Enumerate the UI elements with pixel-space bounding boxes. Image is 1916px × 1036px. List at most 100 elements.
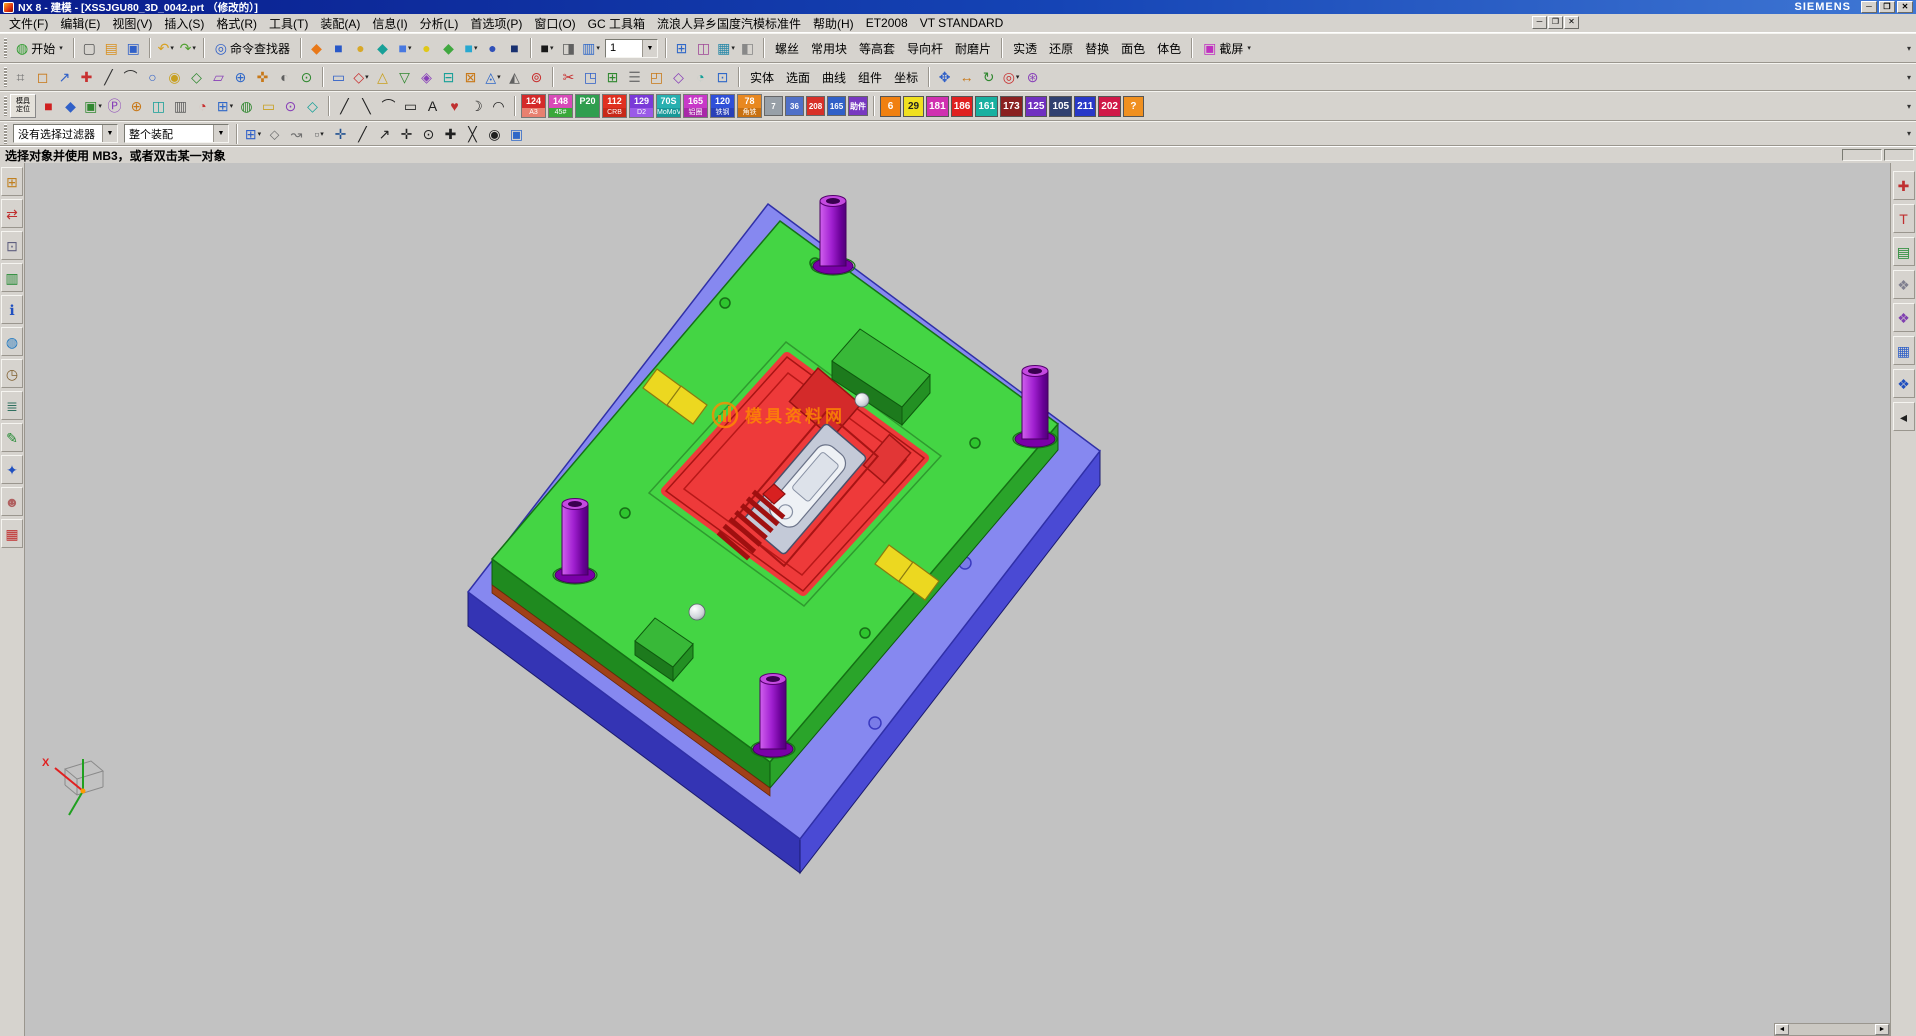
scroll-left-icon[interactable]: ◄ <box>1775 1024 1789 1035</box>
extrude-icon[interactable]: ■ <box>328 37 350 59</box>
draft-icon[interactable]: △ <box>372 66 394 88</box>
library-number-chip[interactable]: 181 <box>926 96 949 117</box>
hd3d-tools-icon[interactable]: ℹ <box>1 295 23 324</box>
gc-toolbox-button[interactable]: 导向杆 <box>901 36 949 61</box>
selection-scope-combo[interactable]: 整个装配 ▼ <box>124 124 229 143</box>
combo-dropdown-icon[interactable]: ▼ <box>642 40 657 57</box>
material-chip-small[interactable]: 7 <box>764 96 783 116</box>
toolbar-drag-handle[interactable] <box>4 96 7 116</box>
display-mode-button[interactable]: 还原 <box>1043 36 1079 61</box>
workplane-icon[interactable]: ▣ <box>506 123 528 145</box>
gc-toolbox-button[interactable]: 常用块 <box>805 36 853 61</box>
snap-quadrant-icon[interactable]: ✚ <box>440 123 462 145</box>
rect-tool-icon[interactable]: ▭ <box>400 95 422 117</box>
split-body-icon[interactable]: ⊠ <box>460 66 482 88</box>
runner-icon[interactable]: ◇ <box>302 95 324 117</box>
analysis-icon[interactable]: ◔ <box>690 66 712 88</box>
circle-icon[interactable]: ○ <box>142 66 164 88</box>
menu-item[interactable]: 文件(F) <box>3 13 54 34</box>
menu-item[interactable]: 信息(I) <box>366 13 413 34</box>
selection-scope-button[interactable]: 坐标 <box>888 65 924 90</box>
material-chip-small[interactable]: 165 <box>827 96 846 116</box>
library-number-chip[interactable]: 29 <box>903 96 924 117</box>
process-studio-icon[interactable]: ≣ <box>1 391 23 420</box>
curve-tool-icon[interactable]: ☽ <box>466 95 488 117</box>
fillet-tool-icon[interactable]: ◠ <box>488 95 510 117</box>
quick-access-icon[interactable]: ✚ <box>1893 171 1915 200</box>
material-chip[interactable]: 112CRB <box>602 94 627 118</box>
menu-item[interactable]: GC 工具箱 <box>582 13 651 34</box>
material-chip[interactable]: 120铁钢 <box>710 94 735 118</box>
mold-locate-button[interactable]: 模具 定位 <box>10 94 36 118</box>
datum-icon[interactable]: ◆ <box>306 37 328 59</box>
minimize-button[interactable]: ─ <box>1861 1 1877 13</box>
menu-item[interactable]: 格式(R) <box>210 13 263 34</box>
selection-scope-button[interactable]: 选面 <box>780 65 816 90</box>
mdi-minimize-button[interactable]: ─ <box>1532 16 1547 29</box>
snap-center-icon[interactable]: ⊙ <box>418 123 440 145</box>
patch-icon[interactable]: ⊞ <box>602 66 624 88</box>
material-chip[interactable]: 14845# <box>548 94 573 118</box>
snap-node-icon[interactable]: ◉ <box>484 123 506 145</box>
snap-grid-icon[interactable]: ▫▾ <box>308 123 330 145</box>
move-face-icon[interactable]: ◰ <box>646 66 668 88</box>
arc-icon[interactable]: ⌒ <box>120 66 142 88</box>
start-button[interactable]: ◍ 开始 ▾ <box>10 37 69 60</box>
material-chip-small[interactable]: 208 <box>806 96 825 116</box>
hole-icon[interactable]: ● <box>416 37 438 59</box>
text-tool-icon[interactable]: A <box>422 95 444 117</box>
menu-item[interactable]: 插入(S) <box>158 13 210 34</box>
command-finder-button[interactable]: ◎ 命令查找器 <box>209 37 296 60</box>
toolbar-drag-handle[interactable] <box>4 124 7 144</box>
steel-ball-bottom[interactable] <box>689 604 705 620</box>
material-chip-small[interactable]: 助件 <box>848 96 868 116</box>
orientation-triad[interactable]: X <box>42 757 103 815</box>
scroll-track[interactable] <box>1789 1024 1875 1035</box>
thread-icon[interactable]: ◈ <box>416 66 438 88</box>
display-mode-button[interactable]: 实透 <box>1007 36 1043 61</box>
arc-tool-icon[interactable]: ⌒ <box>378 95 400 117</box>
selection-scope-button[interactable]: 组件 <box>852 65 888 90</box>
rotate-icon[interactable]: ↻ <box>978 66 1000 88</box>
close-button[interactable]: ✕ <box>1897 1 1913 13</box>
align-icon[interactable]: ◎▾ <box>1000 66 1022 88</box>
gc-toolbox-button[interactable]: 螺丝 <box>769 36 805 61</box>
collapse-arrow-icon[interactable]: ◂ <box>1893 402 1915 431</box>
display-mode-button[interactable]: 体色 <box>1151 36 1187 61</box>
grid-icon[interactable]: ▦▾ <box>715 37 737 59</box>
mold-cavity-icon[interactable]: ■ <box>38 95 60 117</box>
toolbar-overflow-icon[interactable]: ▾ <box>1907 102 1913 111</box>
trim-body-icon[interactable]: ✂ <box>558 66 580 88</box>
offset-curve-icon[interactable]: ✜ <box>252 66 274 88</box>
display-mode-button[interactable]: 替换 <box>1079 36 1115 61</box>
new-file-icon[interactable]: ▢ <box>79 37 101 59</box>
combo-dropdown-icon[interactable]: ▼ <box>213 125 228 142</box>
horizontal-scrollbar[interactable]: ◄ ► <box>1774 1023 1890 1036</box>
line-tool-icon[interactable]: ╱ <box>334 95 356 117</box>
menu-item[interactable]: 视图(V) <box>106 13 158 34</box>
menu-item[interactable]: 装配(A) <box>314 13 366 34</box>
menu-item[interactable]: 分析(L) <box>414 13 465 34</box>
library-number-chip[interactable]: 161 <box>975 96 998 117</box>
display-mode-button[interactable]: 面色 <box>1115 36 1151 61</box>
ejector-icon[interactable]: ⊞▾ <box>214 95 236 117</box>
mdi-close-button[interactable]: ✕ <box>1564 16 1579 29</box>
blend-icon[interactable]: ● <box>482 37 504 59</box>
snap-angle-icon[interactable]: ↝ <box>286 123 308 145</box>
sketch-icon[interactable]: ⌗ <box>10 66 32 88</box>
pad-icon[interactable]: ◇▾ <box>350 66 372 88</box>
menu-item[interactable]: VT STANDARD <box>914 14 1010 32</box>
menu-item[interactable]: 首选项(P) <box>464 13 528 34</box>
scroll-right-icon[interactable]: ► <box>1875 1024 1889 1035</box>
mirror-icon[interactable]: ◐ <box>274 66 296 88</box>
part-stamp-icon[interactable]: Ⓟ <box>104 95 126 117</box>
trim-icon[interactable]: ⊟ <box>438 66 460 88</box>
selection-scope-button[interactable]: 实体 <box>744 65 780 90</box>
orient-view-icon[interactable]: ▥▾ <box>580 37 602 59</box>
snap-intersection-icon[interactable]: ✛ <box>396 123 418 145</box>
component-purple-icon[interactable]: ❖ <box>1893 303 1915 332</box>
window-icon[interactable]: ◫ <box>693 37 715 59</box>
cooling-icon[interactable]: ◔ <box>192 95 214 117</box>
menu-grid-icon[interactable]: ⊞▾ <box>242 123 264 145</box>
library-number-chip[interactable]: 125 <box>1025 96 1048 117</box>
